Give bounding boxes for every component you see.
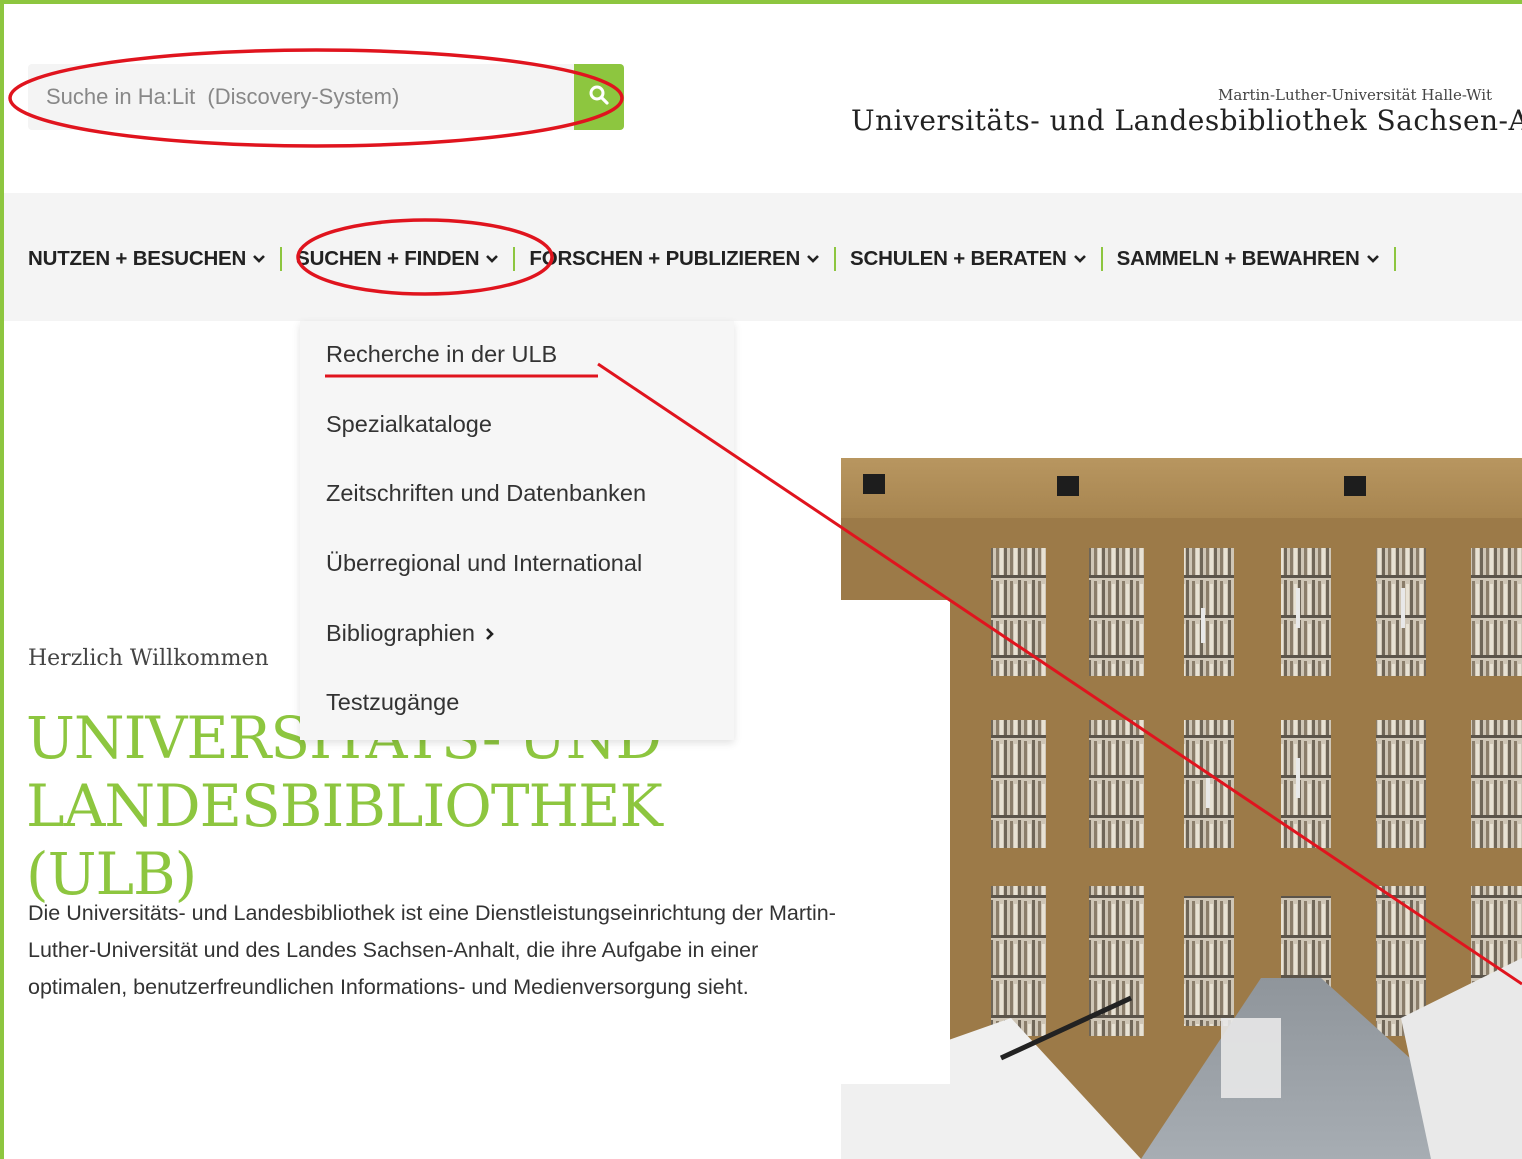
- nav-label: SAMMELN + BEWAHREN: [1116, 247, 1360, 270]
- photo-mask: [841, 600, 950, 1084]
- chevron-down-icon: [806, 254, 820, 264]
- menu-item-label: Bibliographien: [326, 620, 475, 646]
- nav-label: FORSCHEN + PUBLIZIEREN: [529, 247, 801, 270]
- menu-item-label: Testzugänge: [326, 689, 460, 715]
- menu-item-bibliographien[interactable]: Bibliographien: [326, 620, 495, 647]
- nav-item-forschen-publizieren[interactable]: FORSCHEN + PUBLIZIEREN: [529, 247, 820, 271]
- chevron-down-icon: [485, 254, 499, 264]
- menu-item-zeitschriften[interactable]: Zeitschriften und Datenbanken: [326, 480, 646, 507]
- nav-separator: [280, 247, 283, 271]
- library-title[interactable]: Universitäts- und Landesbibliothek Sachs…: [851, 104, 1522, 137]
- nav-separator: [1100, 247, 1103, 271]
- menu-item-ueberregional[interactable]: Überregional und International: [326, 550, 642, 577]
- nav-item-sammeln-bewahren[interactable]: SAMMELN + BEWAHREN: [1117, 247, 1380, 271]
- nav-separator: [1393, 247, 1396, 271]
- chevron-right-icon: [485, 627, 495, 641]
- menu-item-testzugaenge[interactable]: Testzugänge: [326, 689, 459, 716]
- search-input[interactable]: [28, 64, 574, 130]
- nav-separator: [513, 247, 516, 271]
- nav-label: NUTZEN + BESUCHEN: [28, 247, 247, 270]
- chevron-down-icon: [1073, 254, 1087, 264]
- menu-item-recherche[interactable]: Recherche in der ULB: [326, 341, 557, 368]
- university-name: Martin-Luther-Universität Halle-Wit: [1218, 86, 1493, 104]
- search-bar: [28, 64, 624, 130]
- chevron-down-icon: [252, 254, 266, 264]
- nav-item-suchen-finden[interactable]: SUCHEN + FINDEN: [296, 247, 499, 271]
- search-icon: [588, 84, 610, 111]
- nav-separator: [834, 247, 837, 271]
- search-button[interactable]: [574, 64, 624, 130]
- welcome-text: Herzlich Willkommen: [28, 646, 269, 671]
- intro-paragraph: Die Universitäts- und Landesbibliothek i…: [28, 901, 836, 999]
- nav-item-nutzen-besuchen[interactable]: NUTZEN + BESUCHEN: [28, 247, 266, 271]
- menu-item-label: Zeitschriften und Datenbanken: [326, 480, 647, 506]
- suchen-finden-dropdown: Recherche in der ULB Spezialkataloge Zei…: [300, 321, 734, 740]
- main-nav: NUTZEN + BESUCHEN SUCHEN + FINDEN FORSCH…: [4, 193, 1522, 321]
- nav-label: SCHULEN + BERATEN: [850, 247, 1067, 270]
- nav-label: SUCHEN + FINDEN: [296, 247, 480, 270]
- nav-item-schulen-beraten[interactable]: SCHULEN + BERATEN: [850, 247, 1087, 271]
- menu-item-label: Spezialkataloge: [326, 411, 492, 437]
- menu-item-label: Überregional und International: [326, 550, 643, 576]
- menu-item-label: Recherche in der ULB: [326, 341, 558, 367]
- chevron-down-icon: [1366, 254, 1380, 264]
- menu-item-spezialkataloge[interactable]: Spezialkataloge: [326, 411, 492, 438]
